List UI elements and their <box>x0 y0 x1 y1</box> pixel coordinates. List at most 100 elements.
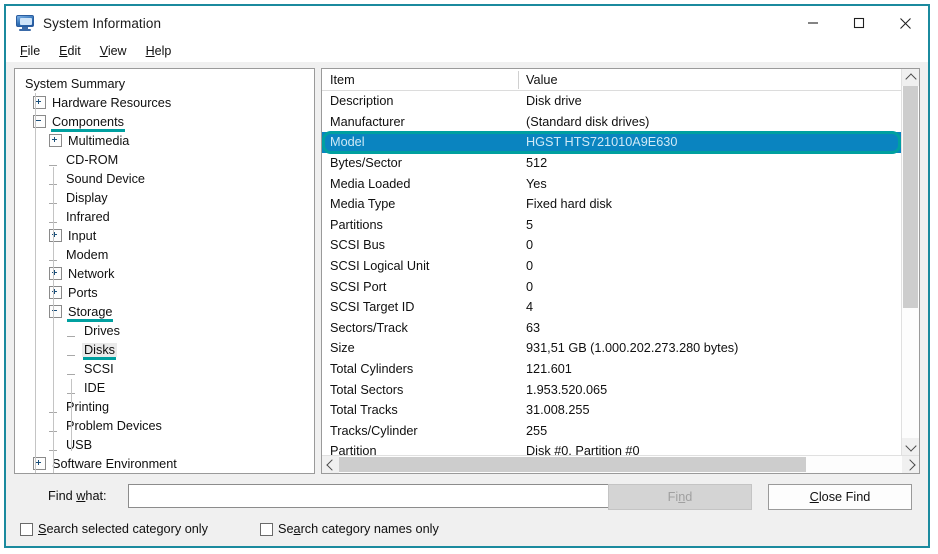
checkbox-box-selected-category[interactable] <box>20 522 33 536</box>
cell-item: Total Cylinders <box>330 362 414 377</box>
tree-node-label: USB <box>66 437 93 452</box>
tree-node-multimedia[interactable]: Multimedia <box>15 131 314 150</box>
cell-value: Fixed hard disk <box>526 197 613 212</box>
tree-node-label: System Summary <box>25 76 126 91</box>
find-what-label: Find what: <box>48 489 107 503</box>
search-category-names-checkbox[interactable]: Search category names only <box>259 522 439 536</box>
table-row[interactable]: Media Type Fixed hard disk <box>322 194 901 215</box>
tree-node-system-summary[interactable]: System Summary <box>15 74 314 93</box>
tree-node-label: Display <box>66 190 108 205</box>
table-row[interactable]: Size 931,51 GB (1.000.202.273.280 bytes) <box>322 338 901 359</box>
table-row[interactable]: Total Sectors 1.953.520.065 <box>322 379 901 400</box>
menu-view[interactable]: View <box>100 44 127 58</box>
find-input[interactable] <box>128 484 622 508</box>
tree-node-network[interactable]: Network <box>15 264 314 283</box>
cell-value: Disk drive <box>526 94 582 109</box>
tree-node-storage[interactable]: Storage <box>15 302 314 322</box>
horizontal-scroll-thumb[interactable] <box>339 457 807 472</box>
tree-node-software-environment[interactable]: Software Environment <box>15 454 314 473</box>
tree-node-display[interactable]: Display <box>15 188 314 207</box>
table-row[interactable]: SCSI Bus 0 <box>322 235 901 256</box>
tree-node-components[interactable]: Components <box>15 112 314 132</box>
tree-node-infrared[interactable]: Infrared <box>15 207 314 226</box>
tree-node-modem[interactable]: Modem <box>15 245 314 264</box>
tree-node-label: Ports <box>68 285 98 300</box>
minimize-button[interactable] <box>790 6 836 40</box>
cell-item: Total Tracks <box>330 403 398 418</box>
cell-item: SCSI Bus <box>330 238 385 253</box>
tree-node-usb[interactable]: USB <box>15 435 314 454</box>
cell-item: Total Sectors <box>330 382 404 397</box>
menu-file[interactable]: File <box>20 44 40 58</box>
vertical-scroll-track[interactable] <box>902 86 919 438</box>
cell-item: Partitions <box>330 217 383 232</box>
cell-item: Partition <box>330 444 377 455</box>
cell-item: Model <box>330 135 365 150</box>
scroll-down-arrow-icon[interactable] <box>902 438 919 455</box>
table-row[interactable]: Sectors/Track 63 <box>322 318 901 339</box>
close-find-button[interactable]: Close Find <box>768 484 912 510</box>
tree-expand-icon[interactable] <box>49 286 62 299</box>
tree-node-label: CD-ROM <box>66 152 119 167</box>
tree-node-ide[interactable]: IDE <box>15 378 314 397</box>
tree-node-input[interactable]: Input <box>15 226 314 245</box>
tree-node-scsi[interactable]: SCSI <box>15 359 314 378</box>
menu-help[interactable]: Help <box>146 44 172 58</box>
cell-item: SCSI Target ID <box>330 300 415 315</box>
tree-node-label: Modem <box>66 247 109 262</box>
table-row[interactable]: Manufacturer (Standard disk drives) <box>322 112 901 133</box>
cell-value: 255 <box>526 423 548 438</box>
tree-node-printing[interactable]: Printing <box>15 397 314 416</box>
menu-edit[interactable]: Edit <box>59 44 81 58</box>
scroll-right-arrow-icon[interactable] <box>902 456 919 473</box>
maximize-button[interactable] <box>836 6 882 40</box>
cell-item: Description <box>330 94 394 109</box>
table-row[interactable]: Bytes/Sector 512 <box>322 153 901 174</box>
cell-item: Tracks/Cylinder <box>330 423 418 438</box>
tree-expand-icon[interactable] <box>49 134 62 147</box>
tree-node-hardware-resources[interactable]: Hardware Resources <box>15 93 314 112</box>
tree-node-label: Sound Device <box>66 171 145 186</box>
table-row[interactable]: Tracks/Cylinder 255 <box>322 421 901 442</box>
tree-node-sound-device[interactable]: Sound Device <box>15 169 314 188</box>
column-header-value[interactable]: Value <box>518 73 558 87</box>
details-vertical-scrollbar[interactable] <box>901 69 919 455</box>
tree-node-cd-rom[interactable]: CD-ROM <box>15 150 314 169</box>
table-row[interactable]: Total Cylinders 121.601 <box>322 359 901 380</box>
tree-expand-icon[interactable] <box>49 267 62 280</box>
horizontal-scroll-track[interactable] <box>339 456 902 473</box>
table-row[interactable]: Partition Disk #0, Partition #0 <box>322 441 901 455</box>
scroll-up-arrow-icon[interactable] <box>902 69 919 86</box>
details-horizontal-scrollbar[interactable] <box>322 455 919 473</box>
tree-node-label: Problem Devices <box>66 418 162 433</box>
table-row[interactable]: Description Disk drive <box>322 91 901 112</box>
tree-node-label: Components <box>50 115 126 132</box>
tree-guide-line <box>71 379 72 451</box>
find-button[interactable]: Fi n d <box>608 484 752 510</box>
tree-expand-icon[interactable] <box>49 229 62 242</box>
tree-collapse-icon[interactable] <box>49 305 62 318</box>
tree-node-ports[interactable]: Ports <box>15 283 314 302</box>
scroll-left-arrow-icon[interactable] <box>322 456 339 473</box>
search-selected-category-checkbox[interactable]: Search selected category only <box>20 522 208 536</box>
checkbox-box-category-names[interactable] <box>259 522 273 536</box>
tree-node-label: Disks <box>82 342 118 360</box>
cell-item: Media Type <box>330 197 396 212</box>
close-button[interactable] <box>882 6 928 40</box>
cell-item: SCSI Port <box>330 279 387 294</box>
table-row[interactable]: SCSI Logical Unit 0 <box>322 256 901 277</box>
column-header-item[interactable]: Item <box>322 73 518 87</box>
tree-node-drives[interactable]: Drives <box>15 321 314 340</box>
table-row[interactable]: Total Tracks 31.008.255 <box>322 400 901 421</box>
tree-node-disks[interactable]: Disks <box>15 340 314 360</box>
table-row[interactable]: Model HGST HTS721010A9E630 <box>322 131 901 154</box>
table-row[interactable]: SCSI Port 0 <box>322 276 901 297</box>
table-row[interactable]: SCSI Target ID 4 <box>322 297 901 318</box>
category-tree-pane[interactable]: System Summary Hardware Resources Componen… <box>14 68 315 474</box>
table-row[interactable]: Media Loaded Yes <box>322 173 901 194</box>
cell-value: Disk #0, Partition #0 <box>526 444 640 455</box>
tree-node-problem-devices[interactable]: Problem Devices <box>15 416 314 435</box>
vertical-scroll-thumb[interactable] <box>903 86 918 308</box>
table-row[interactable]: Partitions 5 <box>322 215 901 236</box>
search-selected-category-label: Search selected category only <box>38 522 208 536</box>
